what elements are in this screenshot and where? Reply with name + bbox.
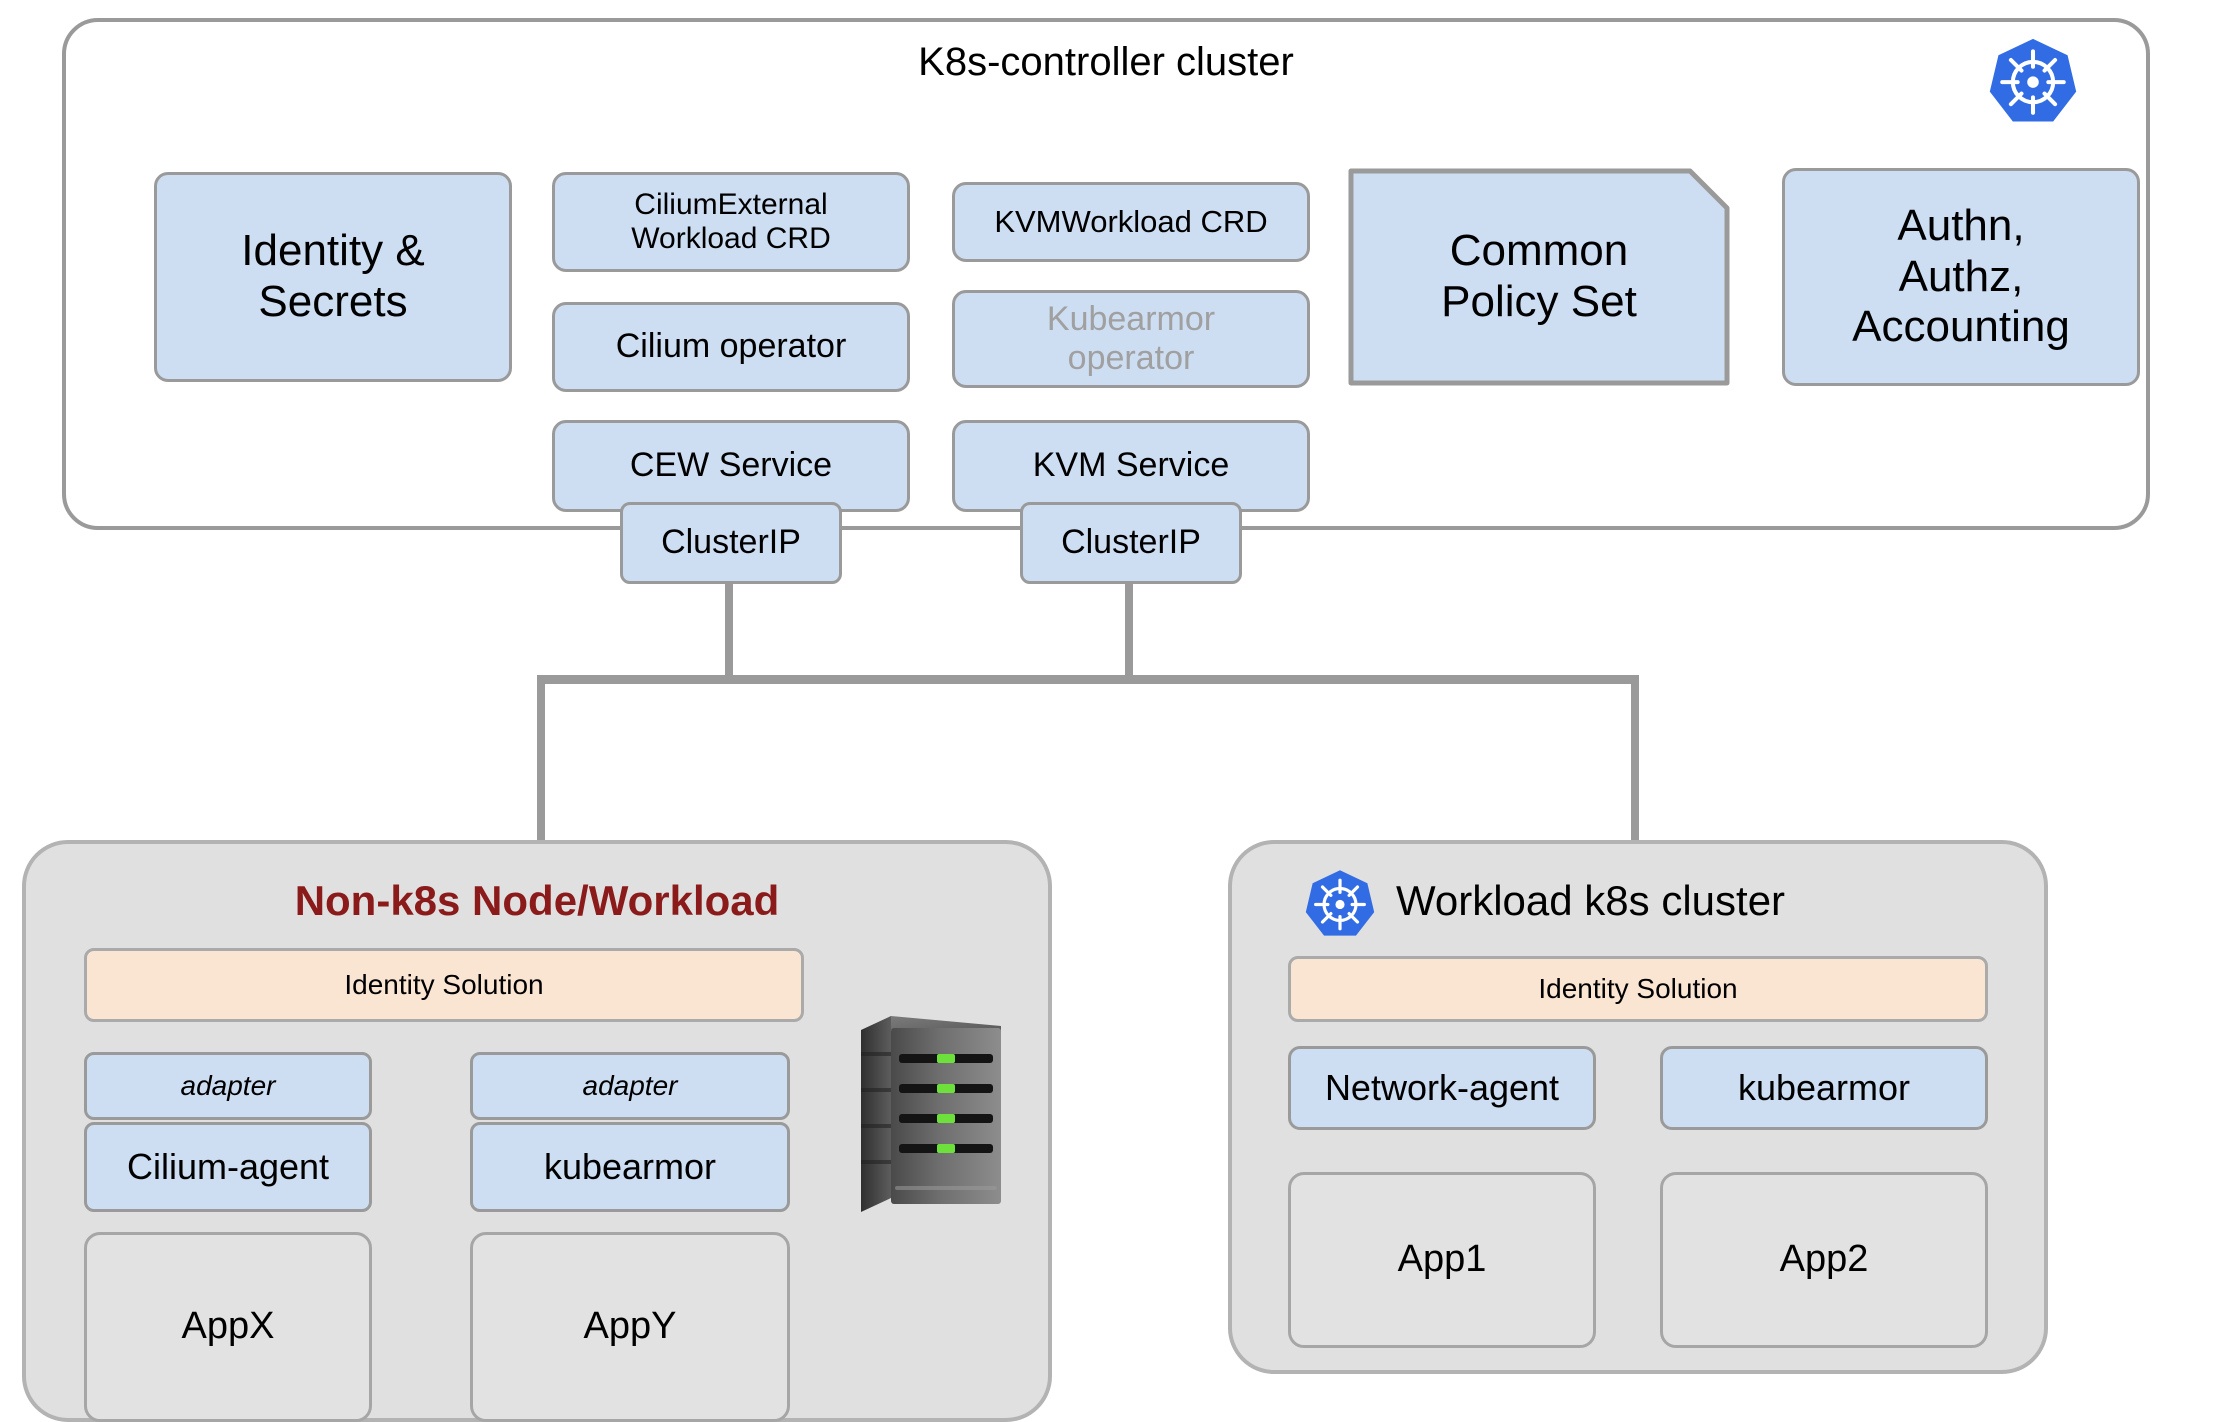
node-identity-and-secrets[interactable]: Identity & Secrets bbox=[154, 172, 512, 382]
node-kubearmor-operator[interactable]: Kubearmor operator bbox=[952, 290, 1310, 388]
node-common-policy-set-label: Common Policy Set bbox=[1441, 226, 1637, 326]
k8s-controller-cluster-title: K8s-controller cluster bbox=[918, 40, 1294, 84]
node-app-x[interactable]: AppX bbox=[84, 1232, 372, 1422]
kubernetes-logo-icon bbox=[1985, 36, 2081, 132]
node-kvm-workload-crd[interactable]: KVMWorkload CRD bbox=[952, 182, 1310, 262]
connector-right-drop bbox=[1631, 675, 1639, 845]
workload-k8s-cluster-title: Workload k8s cluster bbox=[1396, 877, 1786, 924]
node-app1[interactable]: App1 bbox=[1288, 1172, 1596, 1348]
node-app2[interactable]: App2 bbox=[1660, 1172, 1988, 1348]
node-kvm-service[interactable]: KVM Service bbox=[952, 420, 1310, 512]
node-adapter-right[interactable]: adapter bbox=[470, 1052, 790, 1120]
connector-left-drop bbox=[537, 675, 545, 845]
node-kubearmor-left[interactable]: kubearmor bbox=[470, 1122, 790, 1212]
node-identity-solution-left[interactable]: Identity Solution bbox=[84, 948, 804, 1022]
node-common-policy-set[interactable]: Common Policy Set bbox=[1348, 168, 1730, 386]
node-kvm-clusterip[interactable]: ClusterIP bbox=[1020, 502, 1242, 584]
non-k8s-node-title: Non-k8s Node/Workload bbox=[294, 877, 780, 924]
connector-kvm-clusterip-vertical bbox=[1125, 584, 1133, 680]
node-network-agent[interactable]: Network-agent bbox=[1288, 1046, 1596, 1130]
node-cew-clusterip[interactable]: ClusterIP bbox=[620, 502, 842, 584]
node-app-y[interactable]: AppY bbox=[470, 1232, 790, 1422]
kubernetes-logo-icon-workload bbox=[1302, 868, 1378, 944]
server-tower-icon bbox=[855, 1012, 1015, 1222]
node-cilium-external-workload-crd[interactable]: CiliumExternal Workload CRD bbox=[552, 172, 910, 272]
node-cilium-operator[interactable]: Cilium operator bbox=[552, 302, 910, 392]
connector-bus-horizontal bbox=[537, 675, 1639, 684]
diagram-canvas: K8s-controller cluster Identity & Secret… bbox=[0, 0, 2225, 1422]
connector-cew-clusterip-vertical bbox=[725, 584, 733, 680]
node-authn-authz-accounting[interactable]: Authn, Authz, Accounting bbox=[1782, 168, 2140, 386]
node-adapter-left[interactable]: adapter bbox=[84, 1052, 372, 1120]
node-kubearmor-right[interactable]: kubearmor bbox=[1660, 1046, 1988, 1130]
node-cew-service[interactable]: CEW Service bbox=[552, 420, 910, 512]
node-cilium-agent[interactable]: Cilium-agent bbox=[84, 1122, 372, 1212]
node-identity-solution-right[interactable]: Identity Solution bbox=[1288, 956, 1988, 1022]
